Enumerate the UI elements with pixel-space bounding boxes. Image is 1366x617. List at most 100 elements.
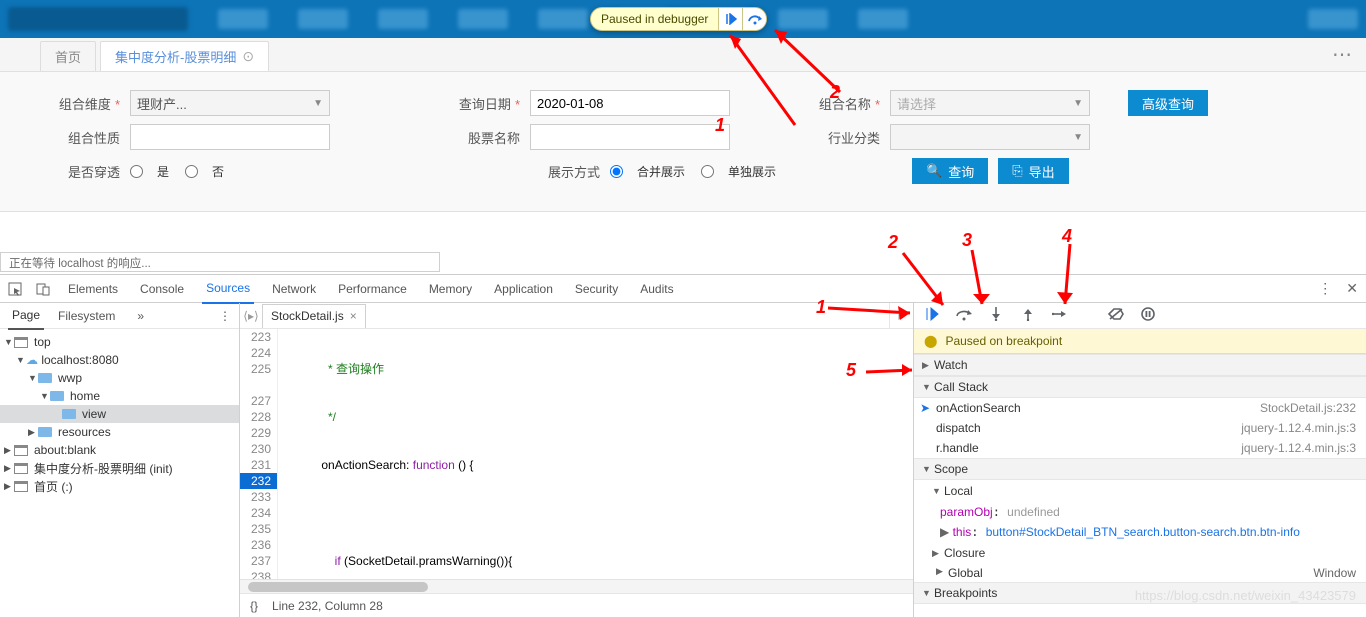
device-toggle-icon[interactable] — [36, 282, 50, 296]
query-form: 组合维度* 理财产...▼ 查询日期* 组合名称* 请选择▼ 高级查询 组合性质… — [0, 72, 1366, 212]
devtools-tab-sources[interactable]: Sources — [202, 274, 254, 304]
devtools-tab-network[interactable]: Network — [268, 275, 320, 303]
combo-dim-select[interactable]: 理财产...▼ — [130, 90, 330, 116]
local-var-paramobj[interactable]: paramObj: undefined — [914, 502, 1366, 522]
scope-section-header[interactable]: ▼Scope — [914, 458, 1366, 480]
tree-node-home[interactable]: ▼home — [0, 387, 239, 405]
annotation-number-2: 2 — [830, 82, 840, 103]
resume-icon[interactable] — [924, 307, 940, 324]
line-number-gutter[interactable]: 223224225 227228229 230231 232 233234235… — [240, 329, 278, 579]
close-icon[interactable]: ⊙ — [242, 48, 254, 65]
display-merge-radio[interactable] — [610, 165, 623, 178]
tree-node-home-page[interactable]: ▶首页 (:) — [0, 477, 239, 495]
paused-in-debugger-pill: Paused in debugger — [590, 7, 767, 31]
pause-on-exceptions-icon[interactable] — [1140, 307, 1156, 324]
search-icon: 🔍 — [926, 163, 942, 179]
kebab-menu-icon[interactable]: ⋮ — [219, 309, 231, 323]
label-combo-dim: 组合维度* — [40, 94, 120, 113]
penetrate-no-radio[interactable] — [185, 165, 198, 178]
export-icon: ⎘ — [1012, 163, 1022, 179]
nav-item[interactable] — [378, 9, 428, 29]
adv-search-button[interactable]: 高级查询 — [1128, 90, 1208, 116]
cursor-position: Line 232, Column 28 — [272, 599, 383, 613]
export-button[interactable]: ⎘导出 — [998, 158, 1068, 184]
more-icon[interactable]: ⋯ — [1332, 42, 1352, 67]
watch-section-header[interactable]: ▶Watch — [914, 354, 1366, 376]
code-content[interactable]: * 查询操作 */ onActionSearch: function () { … — [278, 329, 913, 579]
devtools-tab-console[interactable]: Console — [136, 275, 188, 303]
label-display-mode: 展示方式 — [540, 162, 600, 181]
nav-item[interactable] — [538, 9, 588, 29]
chevron-down-icon: ▼ — [313, 98, 323, 109]
paused-on-breakpoint-bar: ⬤ Paused on breakpoint — [914, 329, 1366, 354]
cloud-icon: ☁ — [26, 353, 38, 367]
scope-closure[interactable]: ▶Closure — [914, 542, 1366, 564]
nav-item[interactable] — [778, 9, 828, 29]
combo-name-select[interactable]: 请选择▼ — [890, 90, 1090, 116]
annotation-number-3: 3 — [962, 230, 972, 251]
nav-item[interactable] — [218, 9, 268, 29]
deactivate-breakpoints-icon[interactable] — [1108, 307, 1124, 324]
app-logo — [8, 7, 188, 31]
label-stock-name: 股票名称 — [440, 128, 520, 147]
scope-local[interactable]: ▼Local — [914, 480, 1366, 502]
query-date-input[interactable] — [530, 90, 730, 116]
kebab-menu-icon[interactable]: ⋮ — [1318, 280, 1332, 297]
tree-node-host[interactable]: ▼☁ localhost:8080 — [0, 351, 239, 369]
pill-resume-button[interactable] — [718, 8, 742, 30]
penetrate-yes-radio[interactable] — [130, 165, 143, 178]
user-area[interactable] — [1308, 9, 1358, 29]
tree-node-wwp[interactable]: ▼wwp — [0, 369, 239, 387]
radio-label-no: 否 — [212, 163, 224, 180]
tree-node-view[interactable]: view — [0, 405, 239, 423]
chevrons-icon[interactable]: » — [137, 309, 144, 323]
tree-node-about-blank[interactable]: ▶about:blank — [0, 441, 239, 459]
nav-tab-page[interactable]: Page — [8, 303, 44, 330]
callstack-section-header[interactable]: ▼Call Stack — [914, 376, 1366, 398]
tab-home[interactable]: 首页 — [40, 41, 96, 71]
display-single-radio[interactable] — [701, 165, 714, 178]
devtools-close-icon[interactable]: ✕ — [1346, 280, 1358, 297]
callstack-frame[interactable]: dispatchjquery-1.12.4.min.js:3 — [914, 418, 1366, 438]
label-penetrate: 是否穿透 — [40, 162, 120, 181]
debugger-toolbar — [914, 303, 1366, 329]
callstack-frame[interactable]: ➤onActionSearchStockDetail.js:232 — [914, 398, 1366, 418]
callstack-frame[interactable]: r.handlejquery-1.12.4.min.js:3 — [914, 438, 1366, 458]
nav-item[interactable] — [858, 9, 908, 29]
devtools-tab-application[interactable]: Application — [490, 275, 557, 303]
devtools-tab-performance[interactable]: Performance — [334, 275, 411, 303]
combo-nature-input[interactable] — [130, 124, 330, 150]
devtools-panel: Elements Console Sources Network Perform… — [0, 274, 1366, 617]
pill-stepover-button[interactable] — [742, 8, 766, 30]
inspect-icon[interactable] — [8, 282, 22, 296]
nav-tab-filesystem[interactable]: Filesystem — [54, 303, 119, 329]
scope-global[interactable]: ▶GlobalWindow — [914, 564, 1366, 582]
chevron-down-icon[interactable]: ▸ — [889, 303, 913, 328]
step-icon[interactable] — [1052, 308, 1068, 323]
devtools-tab-audits[interactable]: Audits — [636, 275, 677, 303]
nav-item[interactable] — [458, 9, 508, 29]
nav-item[interactable] — [298, 9, 348, 29]
devtools-tab-security[interactable]: Security — [571, 275, 622, 303]
industry-select[interactable]: ▼ — [890, 124, 1090, 150]
horizontal-scrollbar[interactable] — [240, 579, 913, 593]
step-into-icon[interactable] — [988, 307, 1004, 324]
devtools-tab-memory[interactable]: Memory — [425, 275, 476, 303]
editor-file-tab[interactable]: StockDetail.js× — [262, 304, 366, 328]
tree-node-resources[interactable]: ▶resources — [0, 423, 239, 441]
stock-name-input[interactable] — [530, 124, 730, 150]
pretty-print-icon[interactable]: {} — [250, 599, 258, 613]
radio-label-merge: 合并展示 — [637, 163, 685, 180]
devtools-tab-elements[interactable]: Elements — [64, 275, 122, 303]
local-var-this[interactable]: ▶ this: button#StockDetail_BTN_search.bu… — [914, 522, 1366, 542]
chevron-down-icon: ▼ — [1073, 98, 1083, 109]
step-out-icon[interactable] — [1020, 307, 1036, 324]
search-button[interactable]: 🔍查询 — [912, 158, 988, 184]
tree-node-top[interactable]: ▼top — [0, 333, 239, 351]
close-icon[interactable]: × — [350, 309, 357, 323]
editor-nav-icon[interactable]: ⟨▸⟩ — [240, 309, 262, 323]
editor-status-bar: {} Line 232, Column 28 — [240, 593, 913, 617]
tree-node-init[interactable]: ▶集中度分析-股票明细 (init) — [0, 459, 239, 477]
tab-stock-detail[interactable]: 集中度分析-股票明细 ⊙ — [100, 41, 269, 71]
step-over-icon[interactable] — [956, 307, 972, 324]
